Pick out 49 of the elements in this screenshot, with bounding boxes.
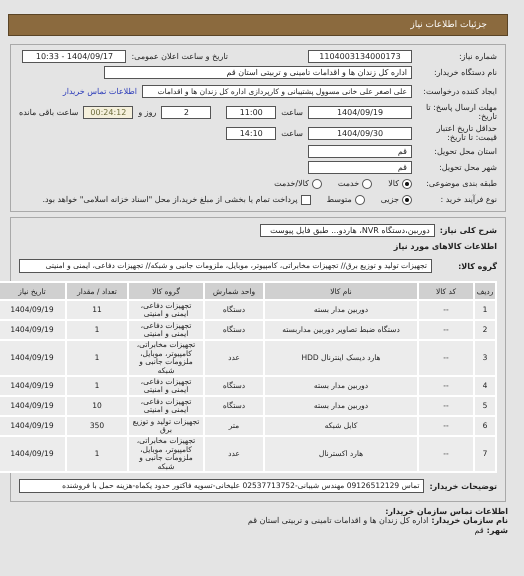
text-field[interactable]: 1404/09/17 - 10:33 xyxy=(22,50,126,63)
section-title: اطلاعات کالاهای مورد نیاز xyxy=(394,242,497,251)
field-label: کالا xyxy=(388,179,399,188)
page-header: جزئیات اطلاعات نیاز xyxy=(8,14,508,36)
text-field[interactable]: 11:00 xyxy=(226,106,276,118)
field-label: توضیحات خریدار: xyxy=(429,482,497,490)
field-label: متوسط xyxy=(326,195,352,204)
field-label: شهر محل تحویل: xyxy=(438,163,497,172)
radio-button[interactable] xyxy=(312,178,322,188)
checkbox-label: پرداخت تمام یا بخشی از مبلغ خرید،از محل "اسناد خزانه اسلامی" خواهد بود. xyxy=(42,195,298,204)
text-field[interactable]: 1104003134000173 xyxy=(308,50,412,63)
text-field[interactable]: 2 xyxy=(161,106,212,118)
field-label: ساعت xyxy=(281,128,303,138)
field-label: روز و xyxy=(138,108,156,116)
field-label: شماره نیاز: xyxy=(458,52,497,61)
field-label: کالا/خدمت xyxy=(274,179,309,188)
text-field[interactable]: 1404/09/30 xyxy=(308,126,412,140)
text-field[interactable]: اداره کل زندان ها و اقدامات تامینی و تربیتی استان قم xyxy=(104,66,412,79)
field-label: ساعت xyxy=(281,108,303,116)
field-label: شهر: xyxy=(486,526,508,536)
field-label: طبقه بندی موضوعی: xyxy=(425,179,497,188)
text-field[interactable]: قم xyxy=(308,161,412,174)
text-field[interactable]: قم xyxy=(308,145,412,158)
field-value: اداره کل زندان ها و اقدامات تامینی و تربیتی استان قم xyxy=(248,516,428,526)
text-field[interactable]: 1404/09/19 xyxy=(308,106,412,118)
buyer-contact-link[interactable]: اطلاعات تماس خریدار xyxy=(62,86,137,96)
section-title: اطلاعات تماس سازمان خریدار: xyxy=(384,507,508,516)
field-label: نام سازمان خریدار: xyxy=(431,516,508,526)
radio-button[interactable] xyxy=(402,178,412,188)
field-label: گروه کالا: xyxy=(457,262,497,270)
radio-button[interactable] xyxy=(354,194,365,204)
field-label: استان محل تحویل: xyxy=(433,147,497,156)
field-value: قم xyxy=(474,526,484,536)
field-label: نام دستگاه خریدار: xyxy=(433,68,497,77)
checkbox[interactable] xyxy=(300,194,311,204)
radio-button[interactable] xyxy=(362,178,372,188)
text-field[interactable]: 14:10 xyxy=(226,126,276,140)
text-field[interactable]: دوربین،دستگاه NVR، هاردو... طبق فایل پیوست xyxy=(260,224,435,236)
field-label: ایجاد کننده درخواست: xyxy=(422,86,497,96)
field-label: شرح کلی نیاز: xyxy=(440,226,497,234)
field-label: تاریخ و ساعت اعلان عمومی: xyxy=(131,52,228,61)
text-field[interactable]: 00:24:12 xyxy=(83,106,134,118)
field-label: ساعت باقی مانده xyxy=(19,108,78,116)
field-label: جزیی xyxy=(380,195,399,204)
field-label: نوع فرآیند خرید : xyxy=(439,195,497,204)
field-label: خدمت xyxy=(338,179,360,188)
field-label: حداقل تاریخ اعتبار قیمت: تا تاریخ: xyxy=(435,124,497,142)
field-label: مهلت ارسال پاسخ: تا تاریخ: xyxy=(424,103,497,121)
radio-button[interactable] xyxy=(402,194,412,204)
